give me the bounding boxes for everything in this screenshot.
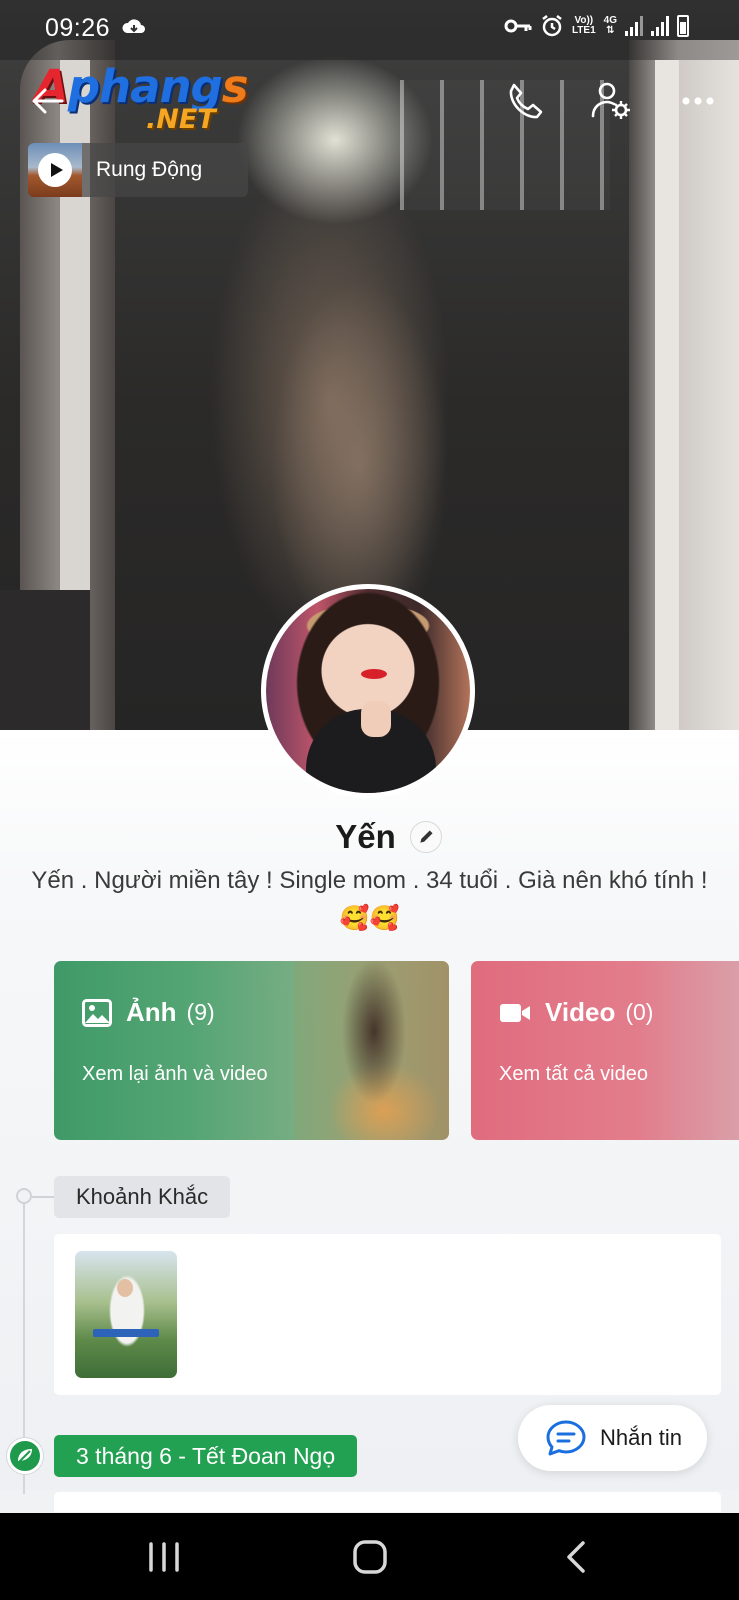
music-title: Rung Động <box>96 158 203 181</box>
network-volte: Vo)) LTE1 <box>572 16 596 36</box>
network-type: 4G ⇅ <box>604 16 617 36</box>
photos-card-header: Ảnh (9) <box>82 997 215 1028</box>
moments-section-label: Khoảnh Khắc <box>54 1176 231 1218</box>
moment-thumbnail-person <box>117 1279 133 1297</box>
watermark-logo: Aphangs .NET <box>34 60 264 138</box>
cover-door-edge-right <box>655 60 679 730</box>
photos-card-title: Ảnh <box>126 997 177 1027</box>
videos-card[interactable]: Video (0) Xem tất cả video <box>471 961 739 1140</box>
message-button[interactable]: Nhắn tin <box>518 1405 707 1471</box>
avatar-lips <box>361 669 387 679</box>
user-settings-icon[interactable] <box>590 80 632 122</box>
profile-music-chip[interactable]: Rung Động <box>28 143 248 197</box>
back-arrow-icon[interactable] <box>30 86 64 116</box>
timeline-dot <box>16 1188 32 1204</box>
avatar-hand <box>361 701 391 737</box>
signal-icon <box>625 16 643 36</box>
event-label[interactable]: 3 tháng 6 - Tết Đoan Ngọ <box>54 1435 358 1477</box>
signal-icon <box>651 16 669 36</box>
videos-card-title: Video <box>545 997 616 1027</box>
edit-pencil-icon[interactable] <box>409 821 442 853</box>
video-camera-icon <box>500 1003 530 1022</box>
event-card-top <box>54 1492 721 1512</box>
data-arrows-icon: ⇅ <box>606 25 615 36</box>
timeline-connector <box>32 1196 54 1198</box>
status-icons: Vo)) LTE1 4G ⇅ <box>504 14 689 38</box>
back-icon[interactable] <box>546 1533 606 1581</box>
phone-icon[interactable] <box>504 80 546 122</box>
image-icon <box>82 998 112 1027</box>
photos-card-subtitle: Xem lại ảnh và video <box>82 1063 268 1085</box>
alarm-icon <box>542 15 562 37</box>
battery-icon <box>677 15 689 37</box>
message-button-label: Nhắn tin <box>600 1425 682 1450</box>
music-thumbnail <box>28 143 82 197</box>
chat-bubble-icon <box>546 1420 586 1456</box>
cloud-sync-icon <box>122 19 145 33</box>
videos-card-subtitle: Xem tất cả video <box>499 1063 648 1085</box>
status-bar: 09:26 Vo)) LTE1 4G ⇅ <box>0 0 739 56</box>
photos-card[interactable]: Ảnh (9) Xem lại ảnh và video <box>54 961 449 1140</box>
cover-door-frame-right <box>629 40 739 730</box>
cover-shadow <box>0 590 90 730</box>
home-icon[interactable] <box>340 1533 400 1581</box>
profile-name-row: Yến <box>0 815 739 859</box>
leaf-event-icon <box>7 1438 43 1474</box>
recents-icon[interactable] <box>134 1533 194 1581</box>
network-volte-bottom: LTE1 <box>571 25 596 36</box>
system-nav-bar <box>0 1513 739 1600</box>
moment-thumbnail[interactable] <box>75 1251 177 1378</box>
leaf-glyph-icon <box>17 1449 32 1464</box>
videos-card-header: Video (0) <box>499 997 653 1028</box>
watermark-subtext: .NET <box>146 104 216 135</box>
videos-card-count: (0) <box>625 999 654 1025</box>
vpn-key-icon <box>504 19 532 33</box>
photos-card-preview <box>294 961 449 1140</box>
moment-thumbnail-bench <box>93 1329 159 1337</box>
profile-name: Yến <box>335 818 396 855</box>
moment-card[interactable] <box>54 1234 721 1395</box>
photos-card-count: (9) <box>186 999 215 1025</box>
more-icon[interactable] <box>677 80 719 122</box>
avatar[interactable] <box>261 584 475 798</box>
profile-bio: Yến . Người miền tây ! Single mom . 34 t… <box>31 867 708 932</box>
status-time: 09:26 <box>45 14 111 42</box>
play-icon[interactable] <box>38 153 72 187</box>
